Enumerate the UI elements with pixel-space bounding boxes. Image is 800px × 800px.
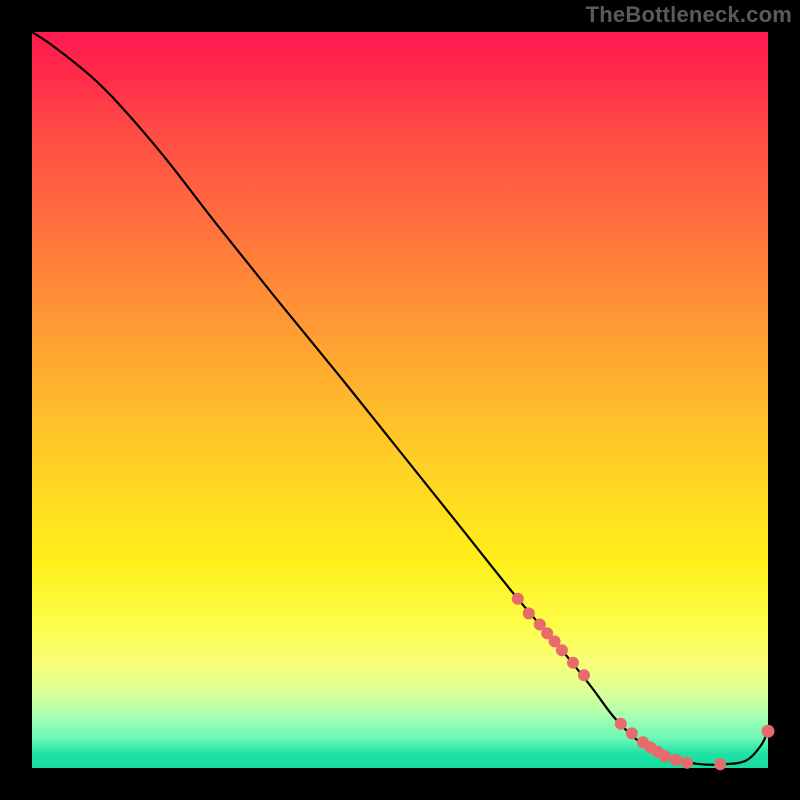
chart-frame: TheBottleneck.com (0, 0, 800, 800)
data-marker (714, 758, 726, 770)
data-marker (762, 725, 775, 738)
data-marker (556, 644, 568, 656)
data-marker (615, 718, 627, 730)
data-marker (670, 754, 682, 766)
data-marker (626, 727, 638, 739)
data-marker (567, 657, 579, 669)
curve-layer (32, 32, 768, 768)
watermark-text: TheBottleneck.com (586, 2, 792, 28)
data-marker (523, 607, 535, 619)
data-marker (681, 757, 693, 769)
marker-layer (512, 593, 775, 771)
data-marker (512, 593, 524, 605)
data-marker (659, 750, 671, 762)
data-marker (578, 669, 590, 681)
plot-area (32, 32, 768, 768)
bottleneck-curve (32, 32, 768, 765)
